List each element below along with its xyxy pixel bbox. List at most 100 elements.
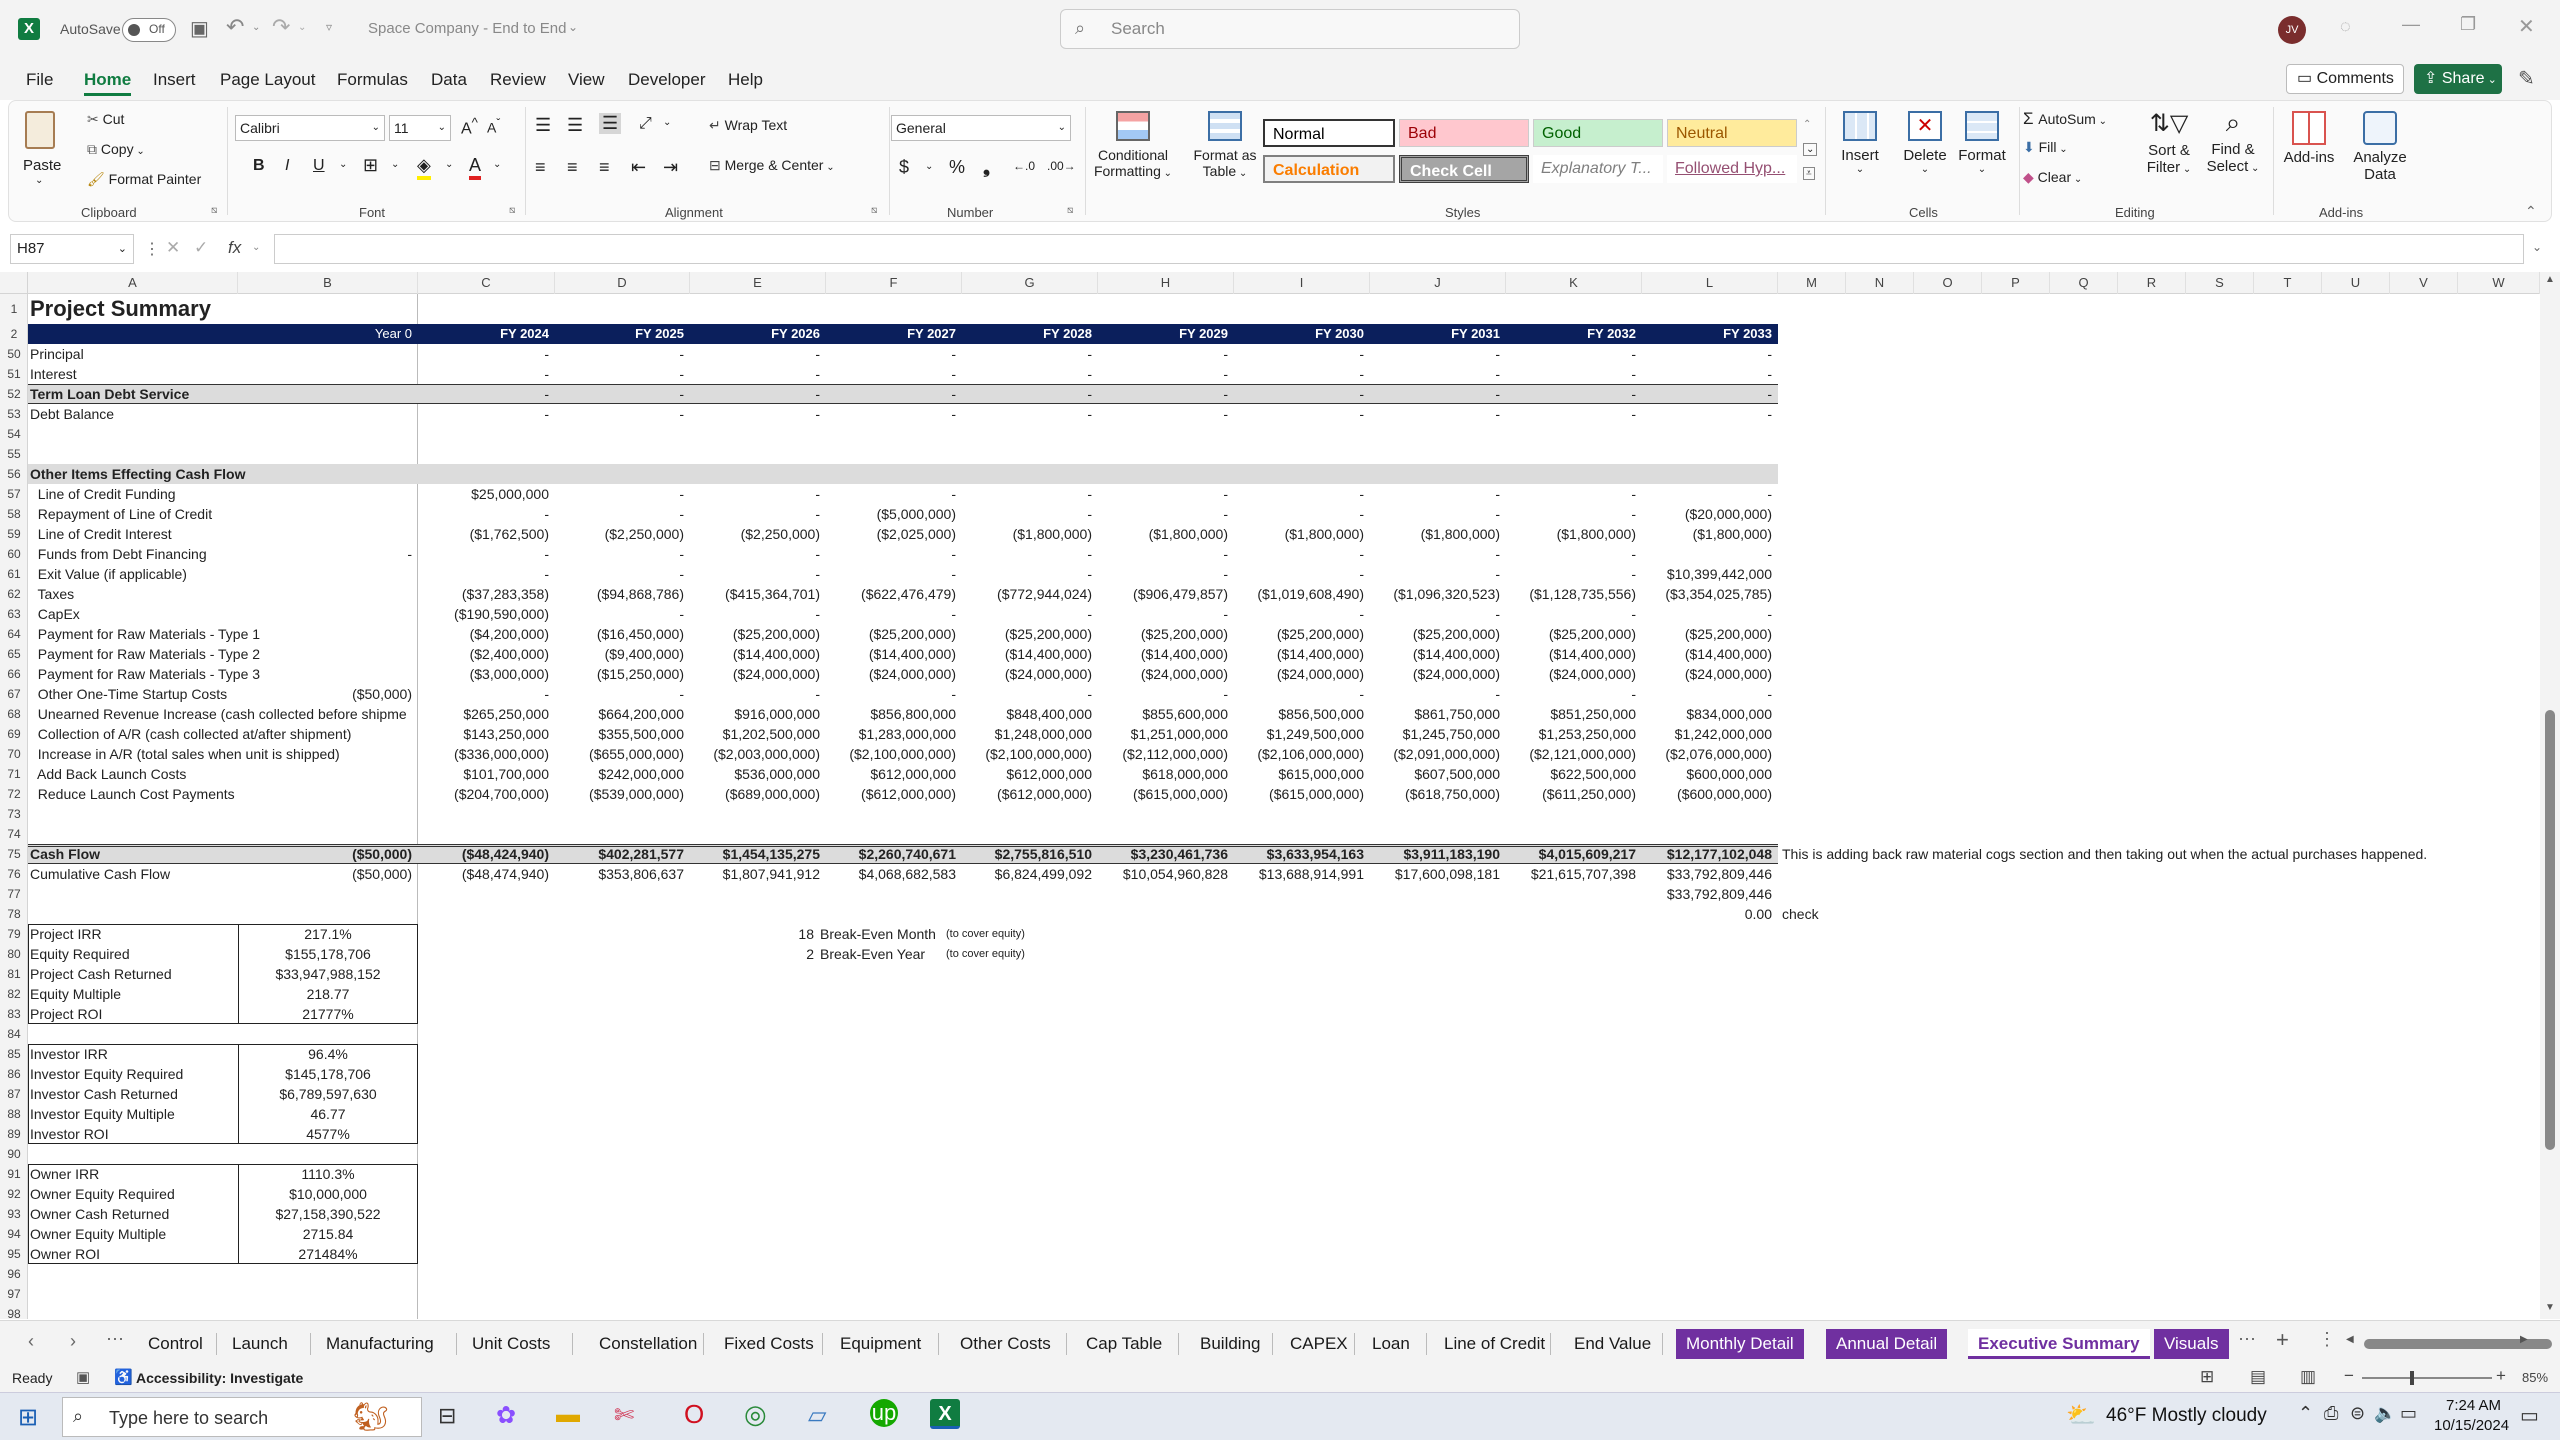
row-label-cell[interactable]: Owner Equity Multiple (30, 1224, 166, 1244)
align-left-icon[interactable]: ≡ (535, 157, 546, 178)
value-cell-k[interactable]: $851,250,000 (1506, 704, 1636, 724)
row-header[interactable]: 73 (0, 804, 28, 824)
value-cell-g[interactable]: ($24,000,000) (962, 664, 1092, 684)
row-header[interactable]: 56 (0, 464, 28, 484)
row-header[interactable]: 65 (0, 644, 28, 664)
merge-center-button[interactable]: ⊟ Merge & Center ⌄ (709, 157, 835, 174)
value-cell-e[interactable]: ($24,000,000) (690, 664, 820, 684)
spreadsheet-grid[interactable]: Project Summary Year 0 FY 2024 FY 2025 FY 20… (28, 294, 2540, 1319)
value-cell-i[interactable]: - (1234, 484, 1364, 504)
row-header[interactable]: 90 (0, 1144, 28, 1164)
weather-icon[interactable]: ⛅ (2066, 1401, 2096, 1430)
currency-dropdown-icon[interactable]: ⌄ (925, 161, 933, 172)
value-cell-h[interactable]: - (1098, 404, 1228, 424)
value-cell-h[interactable]: - (1098, 544, 1228, 564)
tray-chevron-icon[interactable]: ⌃ (2298, 1403, 2313, 1424)
value-cell-l[interactable]: $834,000,000 (1642, 704, 1772, 724)
close-icon[interactable]: ✕ (2518, 14, 2535, 39)
value-cell-d[interactable]: $355,500,000 (555, 724, 684, 744)
menu-view[interactable]: View (568, 70, 605, 90)
value-cell-e[interactable]: $1,454,135,275 (690, 844, 820, 864)
percent-icon[interactable]: % (949, 157, 965, 178)
vertical-scrollbar[interactable]: ▲ ▼ (2540, 272, 2560, 1319)
value-cell-d[interactable]: $353,806,637 (555, 864, 684, 884)
value-cell-k[interactable]: $1,253,250,000 (1506, 724, 1636, 744)
value-cell-i[interactable]: - (1234, 364, 1364, 384)
hscroll-right-icon[interactable]: ▶ (2520, 1334, 2528, 1345)
column-header-a[interactable]: A (28, 272, 238, 294)
value-cell-j[interactable]: ($25,200,000) (1370, 624, 1500, 644)
value-cell-j[interactable]: ($1,096,320,523) (1370, 584, 1500, 604)
value-cell-e[interactable]: $916,000,000 (690, 704, 820, 724)
increase-decimal-icon[interactable]: ←.0 (1013, 159, 1035, 173)
value-cell-d[interactable]: ($655,000,000) (555, 744, 684, 764)
decrease-decimal-icon[interactable]: .00→ (1047, 159, 1076, 173)
value-cell-k[interactable]: - (1506, 404, 1636, 424)
align-right-icon[interactable]: ≡ (599, 157, 610, 178)
value-cell-h[interactable]: ($24,000,000) (1098, 664, 1228, 684)
value-cell-d[interactable]: - (555, 504, 684, 524)
value-cell-e[interactable]: ($2,250,000) (690, 524, 820, 544)
column-header-c[interactable]: C (418, 272, 555, 294)
value-cell-b[interactable]: 21777% (238, 1004, 418, 1024)
value-cell-e[interactable]: ($14,400,000) (690, 644, 820, 664)
value-cell-g[interactable]: - (962, 384, 1092, 404)
sheet-tab-constellation[interactable]: Constellation (589, 1329, 707, 1359)
value-cell-h[interactable]: ($615,000,000) (1098, 784, 1228, 804)
style-good[interactable]: Good (1533, 119, 1663, 147)
value-cell-i[interactable]: ($25,200,000) (1234, 624, 1364, 644)
opera-icon[interactable]: O (684, 1399, 704, 1430)
value-cell-c[interactable]: - (418, 684, 549, 704)
value-cell-l[interactable]: ($20,000,000) (1642, 504, 1772, 524)
format-cells-button[interactable]: Format ⌄ (1953, 107, 2011, 193)
row-header[interactable]: 92 (0, 1184, 28, 1204)
column-header-e[interactable]: E (690, 272, 826, 294)
value-cell-g[interactable]: ($612,000,000) (962, 784, 1092, 804)
row-label-cell[interactable]: Investor Equity Required (30, 1064, 183, 1084)
note-cell[interactable]: This is adding back raw material cogs se… (1782, 844, 2427, 864)
page-break-view-icon[interactable]: ▥ (2300, 1367, 2316, 1387)
column-header-k[interactable]: K (1506, 272, 1642, 294)
lightbulb-icon[interactable]: ◌ (2340, 16, 2351, 37)
row-header[interactable]: 85 (0, 1044, 28, 1064)
row-label-cell[interactable]: Owner Equity Required (30, 1184, 175, 1204)
tab-scroll-right-icon[interactable]: › (70, 1331, 76, 1352)
row-label-cell[interactable]: CapEx (30, 604, 80, 624)
row-label-cell[interactable]: Repayment of Line of Credit (30, 504, 212, 524)
value-cell-k[interactable]: - (1506, 564, 1636, 584)
value-cell-j[interactable]: $1,245,750,000 (1370, 724, 1500, 744)
tab-more-icon[interactable]: ⋯ (106, 1329, 124, 1350)
row-label-cell[interactable]: Other One-Time Startup Costs (30, 684, 227, 704)
row-label-cell[interactable]: Equity Required (30, 944, 130, 964)
copilot-icon[interactable]: ✎ (2518, 66, 2535, 91)
scroll-down-icon[interactable]: ▼ (2545, 1302, 2555, 1313)
clear-button[interactable]: ◆ Clear ⌄ (2023, 169, 2082, 186)
snipping-tool-icon[interactable]: ✄ (614, 1401, 634, 1430)
value-cell-g[interactable]: ($772,944,024) (962, 584, 1092, 604)
upwork-icon[interactable]: up (870, 1399, 898, 1427)
orientation-icon[interactable]: ⤢ (639, 115, 652, 133)
format-painter-button[interactable]: 🖌 Format Painter (87, 171, 201, 188)
excel-taskbar-icon[interactable]: X (930, 1399, 960, 1429)
style-neutral[interactable]: Neutral (1667, 119, 1797, 147)
sheet-tab-unit-costs[interactable]: Unit Costs (462, 1329, 560, 1359)
value-cell-l[interactable]: ($1,800,000) (1642, 524, 1772, 544)
row-header[interactable]: 71 (0, 764, 28, 784)
value-cell-f[interactable]: - (826, 484, 956, 504)
sheet-tab-capex[interactable]: CAPEX (1280, 1329, 1358, 1359)
value-cell-i[interactable]: FY 2030 (1234, 324, 1364, 344)
row-header[interactable]: 81 (0, 964, 28, 984)
value-cell-k[interactable]: ($611,250,000) (1506, 784, 1636, 804)
value-cell-k[interactable]: - (1506, 684, 1636, 704)
row-label-cell[interactable]: Cumulative Cash Flow (30, 864, 170, 884)
sheet-tab-manufacturing[interactable]: Manufacturing (316, 1329, 444, 1359)
autosum-button[interactable]: Σ AutoSum ⌄ (2023, 109, 2107, 129)
taskbar-search[interactable]: ⌕ Type here to search 🐿 (62, 1397, 422, 1437)
paste-button[interactable]: Paste ⌄ (19, 107, 63, 193)
analyze-data-button[interactable]: Analyze Data (2347, 107, 2413, 193)
value-cell-g[interactable]: $612,000,000 (962, 764, 1092, 784)
value-cell-j[interactable]: $3,911,183,190 (1370, 844, 1500, 864)
value-cell-e[interactable]: $1,202,500,000 (690, 724, 820, 744)
alignment-launcher-icon[interactable]: ⧅ (871, 205, 877, 216)
value-cell-j[interactable]: $607,500,000 (1370, 764, 1500, 784)
